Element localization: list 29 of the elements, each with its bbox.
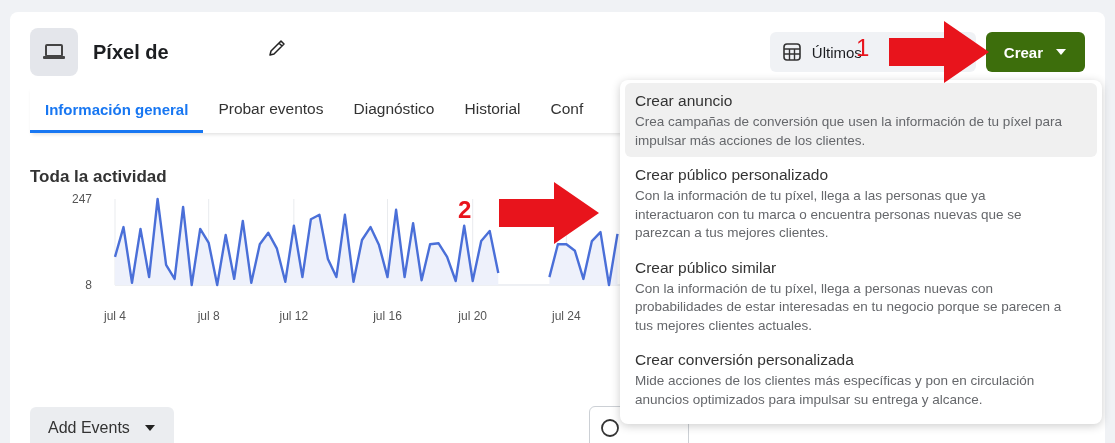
x-axis-label: jul 8	[197, 309, 220, 323]
tab[interactable]: Historial	[449, 86, 536, 133]
tab[interactable]: Conf	[535, 86, 599, 133]
x-axis-label: jul 12	[279, 309, 309, 323]
section-title: Toda la actividad	[30, 167, 167, 187]
caret-icon	[143, 424, 156, 432]
tab[interactable]: Probar eventos	[203, 86, 339, 133]
menu-item[interactable]: Crear público personalizado Con la información de tu píxel, llega a las personas que ya interactuaron con tu marca o encuentra personas nuevas que se parezcan a tus mejores clientes.	[625, 157, 1097, 250]
x-axis-label: jul 16	[373, 309, 402, 323]
tab[interactable]: Información general	[30, 86, 204, 133]
tab[interactable]: Diagnóstico	[338, 86, 450, 133]
menu-item[interactable]: Crear anuncio Crea campañas de conversión que usen la información de tu píxel para impulsar más acciones de los clientes.	[625, 83, 1097, 157]
x-axis-label: jul 24	[552, 309, 581, 323]
x-axis-label: jul 4	[104, 309, 126, 323]
pixel-title: Píxel de	[93, 40, 169, 64]
search-icon	[599, 418, 620, 438]
menu-item[interactable]: Crear conversión personalizada Mide acciones de los clientes más específicas y pon en circulación anuncios optimizados para impulsar su entrega y alcance.	[625, 342, 1097, 416]
caret-icon	[1055, 48, 1067, 56]
laptop-icon	[30, 28, 78, 76]
x-axis-label: jul 20	[458, 309, 488, 323]
y-axis-label: 8	[85, 278, 92, 292]
add-events-button[interactable]: Add Events	[30, 407, 174, 443]
calendar-table-icon	[781, 42, 802, 62]
annotation-number: 2	[458, 196, 472, 224]
pencil-icon[interactable]	[266, 38, 287, 58]
y-axis-label: 247	[71, 192, 92, 206]
create-button[interactable]: Crear	[985, 32, 1085, 72]
menu-item[interactable]: Crear público similar Con la información de tu píxel, llega a personas nuevas con probabilidades de estar interesadas en tu negocio porque se parecen a tus mejores clientes actuales.	[625, 249, 1097, 342]
arrow-icon	[889, 21, 989, 83]
